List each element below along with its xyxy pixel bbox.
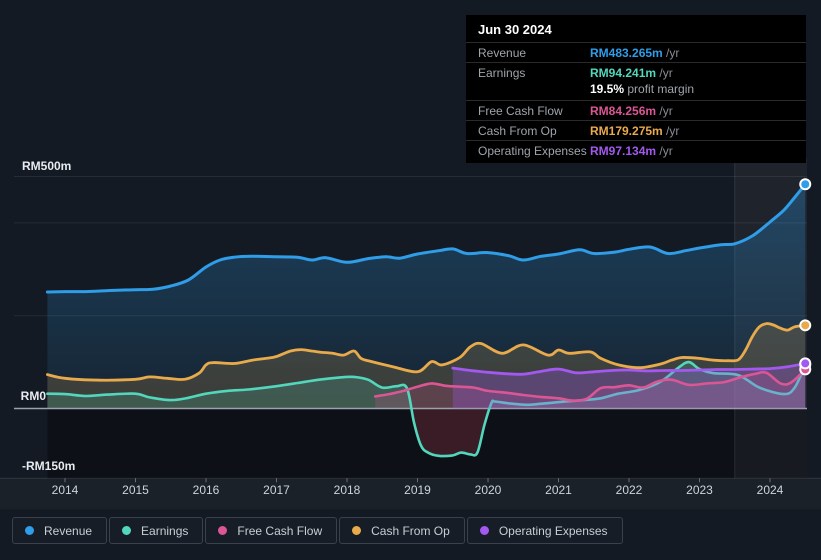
profit-margin-note: 19.5% profit margin <box>590 82 695 96</box>
tooltip-value-unit: /yr <box>662 123 680 138</box>
legend-dot-opex-icon <box>479 526 489 535</box>
legend-dot-earnings-icon <box>122 526 132 535</box>
chart-legend: Revenue Earnings Free Cash Flow Cash From O… <box>12 517 623 544</box>
x-axis-label-2024: 2024 <box>756 483 784 497</box>
x-axis-label-2019: 2019 <box>404 483 431 497</box>
cashop-endpoint-dot <box>799 319 812 332</box>
y-axis-label-neg150m: -RM150m <box>22 459 76 473</box>
chart-tooltip: Jun 30 2024 Revenue RM483.265m /yr Earning… <box>466 15 806 163</box>
legend-item-revenue[interactable]: Revenue <box>12 517 108 544</box>
legend-item-label: Earnings <box>141 523 189 538</box>
legend-item-label: Operating Expenses <box>498 523 608 538</box>
tooltip-label: Operating Expenses <box>478 143 587 158</box>
x-axis-label-2023: 2023 <box>686 483 713 497</box>
opex-endpoint-dot <box>799 357 812 370</box>
tooltip-value-unit: /yr <box>656 143 673 158</box>
legend-item-label: Free Cash Flow <box>237 523 323 538</box>
y-axis-label-0: RM0 <box>20 389 46 403</box>
x-axis-label-2016: 2016 <box>192 483 220 497</box>
tooltip-value: RM179.275m /yr <box>590 123 680 138</box>
x-axis-label-2015: 2015 <box>122 483 149 497</box>
tooltip-row-fcf: Free Cash Flow RM84.256m /yr <box>466 101 806 121</box>
legend-dot-fcf-icon <box>218 526 228 535</box>
tooltip-label: Free Cash Flow <box>478 103 563 118</box>
legend-item-earnings[interactable]: Earnings <box>109 517 204 544</box>
tooltip-value: RM97.134m /yr <box>590 143 673 158</box>
stock-financials-chart: RM500m RM0 -RM150m 2014 2015 2016 2017 2018 2… <box>0 0 821 560</box>
tooltip-value-unit: /yr <box>656 103 673 118</box>
legend-dot-cashop-icon <box>352 526 362 535</box>
tooltip-date: Jun 30 2024 <box>466 15 806 43</box>
legend-dot-revenue-icon <box>25 526 34 535</box>
x-axis-label-2021: 2021 <box>545 483 572 497</box>
legend-item-fcf[interactable]: Free Cash Flow <box>205 517 338 544</box>
tooltip-value-unit: /yr <box>656 65 673 80</box>
x-axis-label-2014: 2014 <box>51 483 79 497</box>
x-axis-label-2018: 2018 <box>333 483 361 497</box>
y-axis-label-500m: RM500m <box>22 159 72 173</box>
tooltip-value: RM84.256m /yr <box>590 103 673 118</box>
tooltip-value-unit: /yr <box>662 45 680 60</box>
x-axis-label-2017: 2017 <box>263 483 290 497</box>
tooltip-label: Earnings <box>478 65 526 80</box>
tooltip-value: RM483.265m /yr <box>590 45 680 60</box>
tooltip-row-revenue: Revenue RM483.265m /yr <box>466 43 806 63</box>
x-axis-label-2022: 2022 <box>615 483 643 497</box>
revenue-endpoint-dot <box>799 178 812 191</box>
tooltip-label: Revenue <box>478 45 527 60</box>
tooltip-value: RM94.241m /yr <box>590 65 673 80</box>
tooltip-row-cashop: Cash From Op RM179.275m /yr <box>466 121 806 141</box>
legend-item-label: Cash From Op <box>371 523 450 538</box>
tooltip-row-opex: Operating Expenses RM97.134m /yr <box>466 141 806 160</box>
legend-item-cashop[interactable]: Cash From Op <box>339 517 465 544</box>
legend-item-label: Revenue <box>44 523 93 538</box>
legend-item-opex[interactable]: Operating Expenses <box>466 517 623 544</box>
tooltip-row-earnings: Earnings RM94.241m /yr 19.5% profit margin <box>466 63 806 101</box>
x-axis-label-2020: 2020 <box>474 483 502 497</box>
tooltip-label: Cash From Op <box>478 123 557 138</box>
tooltip-rows: Revenue RM483.265m /yr Earnings RM94.241m /… <box>466 43 806 160</box>
